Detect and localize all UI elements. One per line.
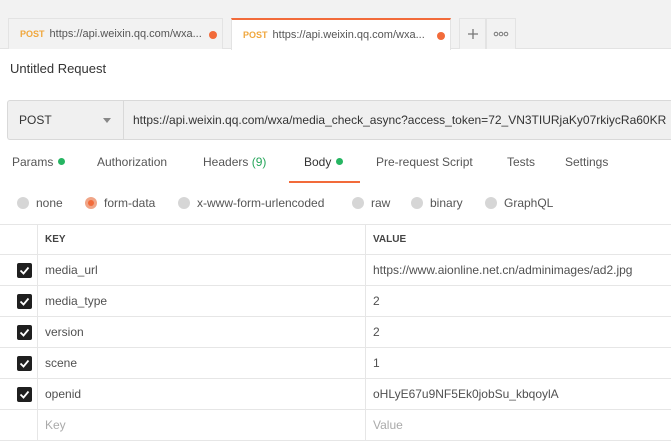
table-row: version 2 — [0, 317, 671, 348]
key-cell[interactable]: scene — [37, 348, 365, 378]
tab-tests-label: Tests — [507, 155, 536, 169]
radio-circle — [411, 197, 423, 209]
headers-count: (9) — [251, 155, 267, 169]
key-cell[interactable]: version — [37, 317, 365, 347]
tab-settings-label: Settings — [565, 155, 609, 169]
key-cell[interactable]: media_type — [37, 286, 365, 316]
checkmark-icon — [19, 297, 30, 306]
checkmark-icon — [19, 266, 30, 275]
url-value: https://api.weixin.qq.com/wxa/media_chec… — [133, 113, 667, 127]
tab-method-label: POST — [243, 30, 268, 40]
tab-tests[interactable]: Tests — [507, 155, 535, 183]
unsaved-indicator — [209, 31, 217, 39]
radio-graphql-label: GraphQL — [504, 196, 554, 210]
new-key-input[interactable]: Key — [37, 410, 365, 440]
new-tab-button[interactable] — [459, 18, 486, 49]
value-column-header: VALUE — [365, 225, 671, 254]
method-value: POST — [19, 113, 52, 127]
radio-circle — [17, 197, 29, 209]
row-checkbox[interactable] — [17, 356, 32, 371]
radio-form-data-label: form-data — [104, 196, 156, 210]
request-title[interactable]: Untitled Request — [10, 61, 106, 76]
tab-prerequest-script[interactable]: Pre-request Script — [376, 155, 473, 183]
tab-authorization[interactable]: Authorization — [97, 155, 167, 183]
radio-graphql[interactable]: GraphQL — [485, 196, 553, 210]
tab-url-label: https://api.weixin.qq.com/wxa... — [49, 28, 202, 40]
radio-urlencoded-label: x-www-form-urlencoded — [197, 196, 325, 210]
tab-method-label: POST — [20, 29, 45, 39]
radio-urlencoded[interactable]: x-www-form-urlencoded — [178, 196, 324, 210]
row-checkbox[interactable] — [17, 325, 32, 340]
body-active-indicator — [336, 158, 344, 165]
radio-none[interactable]: none — [17, 196, 63, 210]
row-checkbox[interactable] — [17, 294, 32, 309]
value-cell[interactable]: oHLyE67u9NF5Ek0jobSu_kbqoylA — [365, 379, 671, 409]
row-checkbox[interactable] — [17, 387, 32, 402]
key-cell[interactable]: media_url — [37, 255, 365, 285]
radio-circle — [178, 197, 190, 209]
radio-raw[interactable]: raw — [352, 196, 390, 210]
tab-headers-label: Headers — [203, 155, 249, 169]
radio-binary-label: binary — [430, 196, 463, 210]
tab-headers[interactable]: Headers (9) — [203, 155, 266, 183]
radio-circle-selected — [85, 197, 97, 209]
table-row: openid oHLyE67u9NF5Ek0jobSu_kbqoylA — [0, 379, 671, 410]
value-cell[interactable]: 2 — [365, 317, 671, 347]
active-tab-underline — [289, 181, 360, 183]
checkmark-icon — [19, 390, 30, 399]
plus-icon — [467, 29, 478, 39]
radio-raw-label: raw — [371, 196, 391, 210]
tab-body-label: Body — [304, 155, 332, 169]
params-active-indicator — [58, 158, 66, 165]
request-tab-2[interactable]: POST https://api.weixin.qq.com/wxa... — [231, 18, 451, 50]
chevron-down-icon — [103, 118, 111, 123]
tab-settings[interactable]: Settings — [565, 155, 608, 183]
table-row: media_url https://www.aionline.net.cn/ad… — [0, 255, 671, 286]
checkmark-icon — [19, 328, 30, 337]
method-select[interactable]: POST — [7, 100, 123, 140]
tab-body[interactable]: Body — [304, 155, 344, 183]
new-value-input[interactable]: Value — [365, 410, 671, 440]
value-cell[interactable]: 1 — [365, 348, 671, 378]
row-checkbox[interactable] — [17, 263, 32, 278]
request-subtabs: Params Authorization Headers (9) Body Pr… — [0, 155, 671, 183]
tab-params[interactable]: Params — [12, 155, 66, 183]
tab-params-label: Params — [12, 155, 54, 169]
table-row-new: Key Value — [0, 410, 671, 441]
radio-none-label: none — [36, 196, 63, 210]
value-cell[interactable]: 2 — [365, 286, 671, 316]
table-row: media_type 2 — [0, 286, 671, 317]
more-tabs-button[interactable] — [486, 18, 516, 49]
unsaved-indicator — [437, 32, 445, 40]
key-column-header: KEY — [37, 225, 365, 254]
radio-form-data[interactable]: form-data — [85, 196, 155, 210]
tab-url-label: https://api.weixin.qq.com/wxa... — [272, 29, 425, 41]
value-cell[interactable]: https://www.aionline.net.cn/adminimages/… — [365, 255, 671, 285]
checkmark-icon — [19, 359, 30, 368]
radio-circle — [352, 197, 364, 209]
key-cell[interactable]: openid — [37, 379, 365, 409]
table-header: KEY VALUE — [0, 224, 671, 255]
request-tab-1[interactable]: POST https://api.weixin.qq.com/wxa... — [8, 18, 223, 49]
radio-circle — [485, 197, 497, 209]
tab-prerequest-label: Pre-request Script — [376, 155, 473, 169]
tab-authorization-label: Authorization — [97, 155, 168, 169]
request-tab-strip: POST https://api.weixin.qq.com/wxa... PO… — [0, 0, 671, 50]
url-input[interactable]: https://api.weixin.qq.com/wxa/media_chec… — [123, 100, 671, 140]
more-icon — [493, 31, 509, 37]
radio-binary[interactable]: binary — [411, 196, 463, 210]
table-row: scene 1 — [0, 348, 671, 379]
